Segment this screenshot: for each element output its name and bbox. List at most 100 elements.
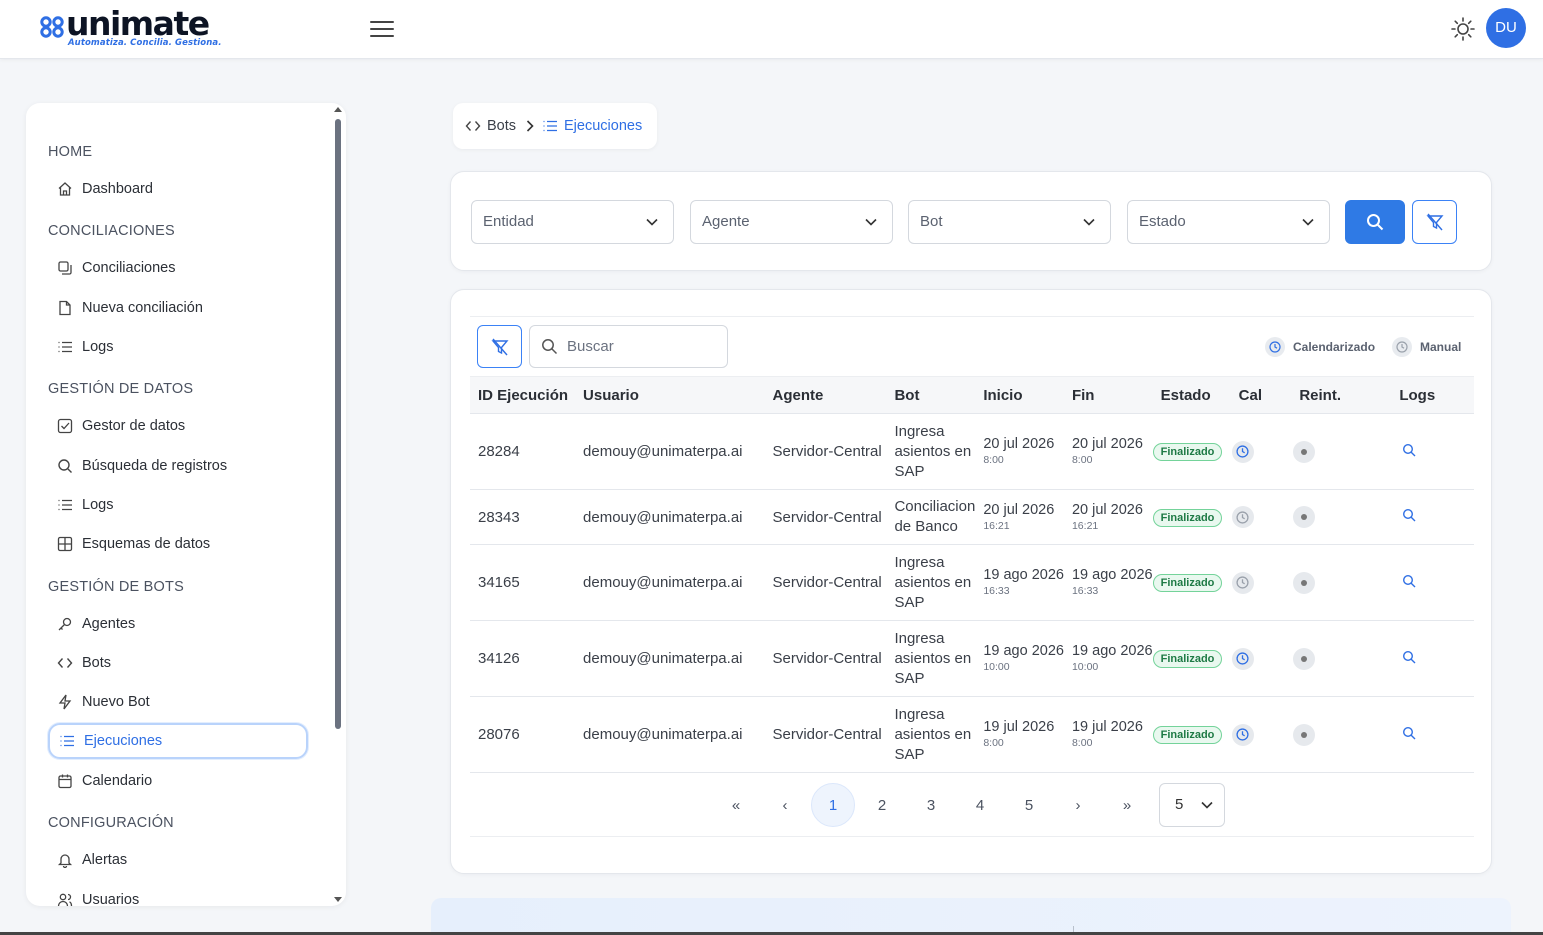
page-size-value: 5 bbox=[1175, 796, 1184, 813]
col-agente[interactable]: Agente bbox=[764, 376, 887, 414]
list-icon bbox=[56, 338, 74, 356]
table-row[interactable]: 34165 demouy@unimaterpa.ai Servidor-Cent… bbox=[470, 544, 1474, 621]
last-page-button[interactable]: » bbox=[1105, 783, 1149, 827]
table-row[interactable]: 28284 demouy@unimaterpa.ai Servidor-Cent… bbox=[470, 413, 1474, 490]
sidebar-item-busqueda-registros[interactable]: Búsqueda de registros bbox=[48, 448, 308, 484]
sidebar-item-conciliaciones[interactable]: Conciliaciones bbox=[48, 250, 308, 286]
search-button[interactable] bbox=[1345, 200, 1405, 244]
page-5-button[interactable]: 5 bbox=[1007, 783, 1051, 827]
col-id[interactable]: ID Ejecución bbox=[470, 376, 576, 414]
col-usuario[interactable]: Usuario bbox=[575, 376, 765, 414]
sidebar-item-esquemas-datos[interactable]: Esquemas de datos bbox=[48, 526, 308, 562]
retry-dot-icon bbox=[1293, 647, 1316, 670]
page-1-button[interactable]: 1 bbox=[811, 783, 855, 827]
sidebar-item-nueva-conciliacion[interactable]: Nueva conciliación bbox=[48, 290, 308, 326]
sidebar-scrollbar[interactable] bbox=[334, 103, 342, 906]
legend-label: Calendarizado bbox=[1293, 340, 1376, 354]
section-home: HOME bbox=[48, 144, 93, 160]
breadcrumb-bots[interactable]: Bots bbox=[465, 118, 516, 134]
footer bbox=[431, 898, 1511, 935]
user-avatar[interactable]: DU bbox=[1486, 8, 1526, 48]
view-logs-icon[interactable] bbox=[1402, 726, 1416, 740]
section-configuracion: CONFIGURACIÓN bbox=[48, 815, 174, 831]
page-size-select[interactable]: 5 bbox=[1159, 783, 1225, 827]
cell-logs bbox=[1393, 544, 1474, 621]
start-time: 10:00 bbox=[983, 661, 1010, 673]
page-2-button[interactable]: 2 bbox=[860, 783, 904, 827]
table-row[interactable]: 34126 demouy@unimaterpa.ai Servidor-Cent… bbox=[470, 620, 1474, 697]
col-cal[interactable]: Cal bbox=[1230, 376, 1292, 414]
col-logs[interactable]: Logs bbox=[1393, 376, 1474, 414]
breadcrumb-ejecuciones[interactable]: Ejecuciones bbox=[542, 118, 642, 134]
section-gestion-bots: GESTIÓN DE BOTS bbox=[48, 579, 184, 595]
cell-end: 20 jul 2026 8:00 bbox=[1063, 413, 1153, 490]
table-row[interactable]: 28076 demouy@unimaterpa.ai Servidor-Cent… bbox=[470, 696, 1474, 773]
scroll-up-icon[interactable] bbox=[334, 107, 342, 112]
sidebar-item-alertas[interactable]: Alertas bbox=[48, 842, 308, 878]
legend-label: Manual bbox=[1420, 340, 1462, 354]
table-search bbox=[529, 325, 728, 368]
sidebar-item-calendario[interactable]: Calendario bbox=[48, 763, 308, 799]
next-page-button[interactable]: › bbox=[1056, 783, 1100, 827]
status-badge: Finalizado bbox=[1152, 574, 1223, 592]
view-logs-icon[interactable] bbox=[1402, 650, 1416, 664]
section-gestion-datos: GESTIÓN DE DATOS bbox=[48, 381, 194, 397]
cell-user: demouy@unimaterpa.ai bbox=[575, 489, 765, 545]
view-logs-icon[interactable] bbox=[1402, 508, 1416, 522]
sidebar-item-usuarios[interactable]: Usuarios bbox=[48, 882, 308, 906]
view-logs-icon[interactable] bbox=[1402, 574, 1416, 588]
search-input[interactable] bbox=[567, 326, 722, 367]
sidebar: HOME Dashboard CONCILIACIONES Conciliaci… bbox=[26, 103, 346, 906]
theme-toggle-button[interactable] bbox=[1451, 17, 1475, 41]
cell-id: 28343 bbox=[470, 489, 576, 545]
agente-select[interactable]: Agente bbox=[690, 200, 893, 244]
logo[interactable]: unimate Automatiza. Concilia. Gestiona. bbox=[38, 4, 221, 52]
cell-start: 19 ago 2026 10:00 bbox=[975, 620, 1064, 697]
table-row[interactable]: 28343 demouy@unimaterpa.ai Servidor-Cent… bbox=[470, 489, 1474, 545]
estado-select[interactable]: Estado bbox=[1127, 200, 1330, 244]
code-icon bbox=[465, 121, 481, 131]
cell-retries bbox=[1291, 489, 1394, 545]
clock-icon bbox=[1231, 647, 1254, 670]
scrollbar-thumb[interactable] bbox=[335, 119, 341, 729]
table-filter-button[interactable] bbox=[477, 325, 522, 368]
home-icon bbox=[56, 180, 74, 198]
sidebar-item-nuevo-bot[interactable]: Nuevo Bot bbox=[48, 684, 308, 720]
scroll-down-icon[interactable] bbox=[334, 897, 342, 902]
sidebar-item-bots[interactable]: Bots bbox=[48, 645, 308, 681]
prev-page-button[interactable]: ‹ bbox=[763, 783, 807, 827]
entidad-select[interactable]: Entidad bbox=[471, 200, 674, 244]
users-icon bbox=[56, 891, 74, 906]
search-icon bbox=[1367, 214, 1384, 231]
sidebar-item-gestor-datos[interactable]: Gestor de datos bbox=[48, 408, 308, 444]
col-reint[interactable]: Reint. bbox=[1291, 376, 1394, 414]
page-4-button[interactable]: 4 bbox=[958, 783, 1002, 827]
menu-toggle-button[interactable] bbox=[370, 18, 394, 40]
sidebar-item-logs-datos[interactable]: Logs bbox=[48, 487, 308, 523]
sidebar-item-label: Gestor de datos bbox=[82, 418, 186, 434]
col-estado[interactable]: Estado bbox=[1152, 376, 1231, 414]
sidebar-item-agentes[interactable]: Agentes bbox=[48, 606, 308, 642]
cell-status: Finalizado bbox=[1152, 544, 1231, 621]
cell-retries bbox=[1291, 544, 1394, 621]
sidebar-item-ejecuciones[interactable]: Ejecuciones bbox=[48, 723, 308, 759]
clear-filters-button[interactable] bbox=[1412, 200, 1457, 244]
select-value: Estado bbox=[1139, 213, 1186, 230]
col-bot[interactable]: Bot bbox=[886, 376, 976, 414]
list-icon bbox=[58, 732, 76, 750]
first-page-button[interactable]: « bbox=[714, 783, 758, 827]
bell-icon bbox=[56, 851, 74, 869]
clock-icon bbox=[1231, 723, 1254, 746]
cell-bot: Ingresa asientos en SAP bbox=[886, 544, 976, 621]
view-logs-icon[interactable] bbox=[1402, 443, 1416, 457]
col-inicio[interactable]: Inicio bbox=[975, 376, 1064, 414]
sidebar-item-dashboard[interactable]: Dashboard bbox=[48, 171, 308, 207]
end-date: 19 ago 2026 bbox=[1071, 567, 1153, 583]
bot-select[interactable]: Bot bbox=[908, 200, 1111, 244]
list-icon bbox=[56, 496, 74, 514]
start-time: 16:33 bbox=[983, 585, 1010, 597]
page-3-button[interactable]: 3 bbox=[909, 783, 953, 827]
filter-off-icon bbox=[490, 338, 509, 355]
col-fin[interactable]: Fin bbox=[1063, 376, 1153, 414]
sidebar-item-logs-conciliaciones[interactable]: Logs bbox=[48, 329, 308, 365]
